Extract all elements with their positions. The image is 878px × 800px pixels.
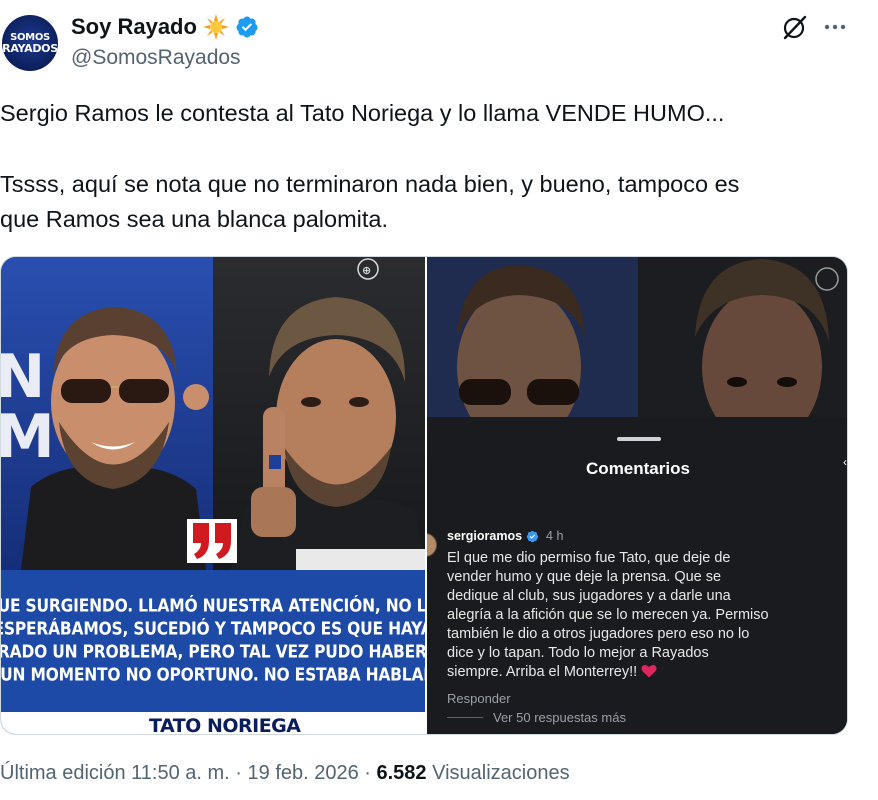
sun-emoji-icon — [202, 14, 229, 40]
commenter-verified-icon — [526, 530, 539, 542]
grok-icon[interactable] — [781, 13, 809, 41]
reply-button[interactable]: Responder — [447, 691, 511, 706]
author-name-row[interactable]: Soy Rayado — [71, 14, 259, 40]
tweet-paragraph-2-line2: que Ramos sea una blanca palomita. — [0, 206, 388, 232]
avatar-text-line1: SOMOS — [10, 31, 50, 43]
comment-body: El que me dio permiso fue Tato, que deje… — [447, 549, 842, 682]
tweet-paragraph-2-line1: Tssss, aquí se nota que no terminaron na… — [0, 171, 740, 197]
comment-line-6: dice y lo tapan. Todo lo mejor a Rayados — [447, 645, 709, 661]
tweet-paragraph-1: Sergio Ramos le contesta al Tato Noriega… — [0, 100, 725, 126]
comment-line-5: también le dio a otros jugadores pero es… — [447, 626, 750, 642]
comments-title: Comentarios — [586, 459, 690, 478]
svg-text:⊕: ⊕ — [362, 264, 371, 277]
comment-time: 4 h — [546, 529, 564, 543]
commenter-avatar[interactable] — [427, 533, 437, 557]
quote-text-box: FUE SURGIENDO. LLAMÓ NUESTRA ATENCIÓN, N… — [1, 570, 425, 712]
edit-timestamp[interactable]: Última edición 11:50 a. m. · 19 feb. 202… — [0, 762, 377, 784]
comments-panel: Comentarios sergioramos 4 h El que me di… — [427, 417, 847, 734]
photo-collage-right-dimmed — [427, 257, 847, 417]
commenter-row: sergioramos 4 h — [447, 529, 563, 543]
author-avatar[interactable]: SOMOS RAYADOS — [2, 15, 58, 71]
comment-line-7-row: siempre. Arriba el Monterrey!! — [447, 663, 842, 682]
quote-line-4: EN UN MOMENTO NO OPORTUNO. NO ESTABA HAB… — [1, 664, 425, 686]
tweet-header: SOMOS RAYADOS Soy Rayado @SomosRayados — [0, 0, 878, 86]
media-image-left[interactable]: N M ⊕ — [1, 257, 425, 735]
drag-handle[interactable] — [617, 437, 661, 441]
view-more-replies-label[interactable]: Ver 50 respuestas más — [493, 710, 626, 725]
comment-line-4: alegría a la afición que se lo merecen y… — [447, 607, 769, 623]
commenter-username[interactable]: sergioramos — [447, 529, 522, 543]
heart-icon — [641, 664, 657, 678]
more-options-icon[interactable] — [822, 14, 848, 40]
comment-line-2: vender humo y que deje la prensa. Que se — [447, 569, 722, 585]
comment-line-3: dedique al club, sus jugadores y a darle… — [447, 588, 731, 604]
tweet-metadata: Última edición 11:50 a. m. · 19 feb. 202… — [0, 762, 570, 785]
verified-badge-icon — [236, 16, 258, 38]
tweet-text: Sergio Ramos le contesta al Tato Noriega… — [0, 96, 860, 237]
view-more-replies[interactable]: Ver 50 respuestas más — [447, 710, 626, 725]
comment-line-7: siempre. Arriba el Monterrey!! — [447, 664, 638, 680]
quote-attribution: TATO NORIEGA — [149, 715, 301, 735]
avatar-text-line2: RAYADOS — [2, 41, 58, 55]
tweet-media[interactable]: N M ⊕ — [0, 256, 848, 735]
replies-divider — [447, 717, 483, 718]
author-handle[interactable]: @SomosRayados — [71, 46, 241, 70]
comment-line-1: El que me dio permiso fue Tato, que deje… — [447, 550, 731, 566]
chevron-right-icon[interactable]: ‹ — [843, 455, 847, 469]
views-count: 6.582 — [376, 762, 427, 784]
author-display-name[interactable]: Soy Rayado — [71, 14, 197, 40]
quote-mark-icon — [187, 519, 237, 563]
views-label: Visualizaciones — [426, 762, 570, 784]
media-image-right[interactable]: Comentarios sergioramos 4 h El que me di… — [427, 257, 847, 734]
svg-text:M: M — [1, 402, 55, 472]
